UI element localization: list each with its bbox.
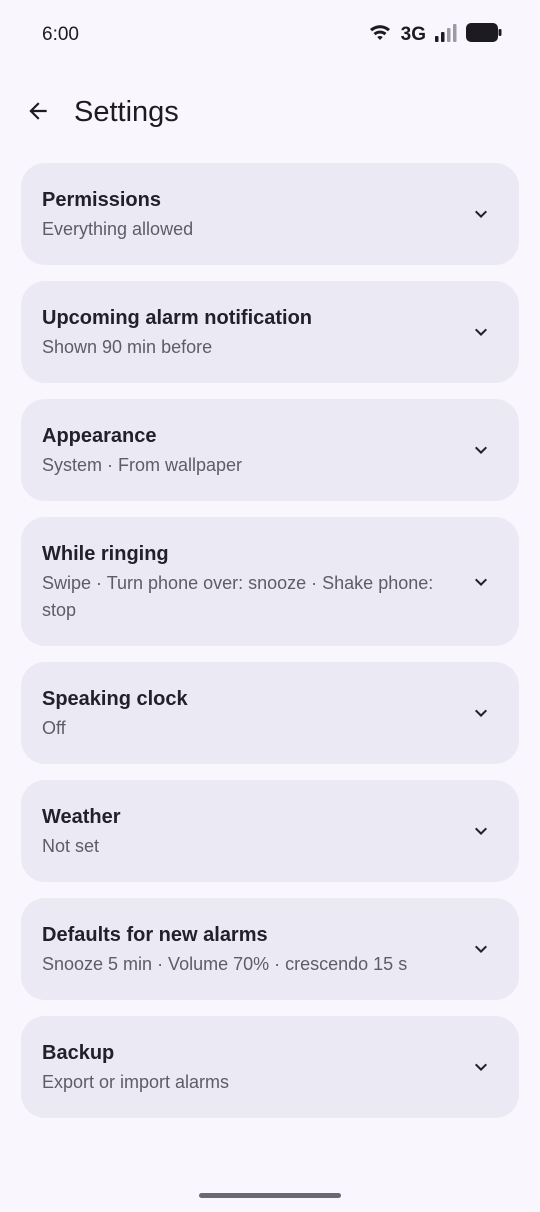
back-button[interactable] [14, 89, 62, 137]
chevron-down-icon [475, 709, 487, 717]
battery-icon [466, 23, 502, 47]
settings-list: Permissions Everything allowed Upcoming … [21, 163, 519, 1134]
status-icons: 3G [369, 23, 502, 47]
chevron-down-icon [475, 210, 487, 218]
top-app-bar: Settings [0, 80, 540, 146]
status-time: 6:00 [42, 24, 79, 45]
setting-title: Upcoming alarm notification [42, 307, 313, 329]
setting-title: Speaking clock [42, 688, 188, 710]
chevron-down-icon [475, 827, 487, 835]
setting-card-permissions[interactable]: Permissions Everything allowed [21, 163, 519, 265]
setting-subtitle: System · From wallpaper [42, 455, 243, 475]
setting-card-appearance[interactable]: Appearance System · From wallpaper [21, 399, 519, 501]
setting-title: Weather [42, 806, 121, 828]
setting-card-speaking-clock[interactable]: Speaking clock Off [21, 662, 519, 764]
setting-subtitle: Shown 90 min before [42, 337, 213, 357]
setting-card-backup[interactable]: Backup Export or import alarms [21, 1016, 519, 1118]
setting-card-weather[interactable]: Weather Not set [21, 780, 519, 882]
chevron-down-icon [475, 446, 487, 454]
setting-card-while-ringing[interactable]: While ringing Swipe · Turn phone over: s… [21, 517, 519, 646]
setting-subtitle: Export or import alarms [42, 1072, 230, 1092]
wifi-icon [369, 24, 391, 47]
setting-title: Appearance [42, 425, 157, 447]
setting-card-defaults-for-new-alarms[interactable]: Defaults for new alarms Snooze 5 min · V… [21, 898, 519, 1000]
chevron-down-icon [475, 945, 487, 953]
arrow-back-icon [25, 98, 51, 129]
chevron-down-icon [475, 328, 487, 336]
page-title: Settings [74, 96, 179, 128]
setting-title: While ringing [42, 543, 169, 565]
setting-card-upcoming-alarm-notification[interactable]: Upcoming alarm notification Shown 90 min… [21, 281, 519, 383]
status-bar: 6:00 3G [0, 0, 540, 72]
setting-title: Backup [42, 1042, 115, 1064]
setting-title: Permissions [42, 189, 161, 211]
setting-subtitle: Not set [42, 836, 100, 856]
chevron-down-icon [475, 578, 487, 586]
setting-subtitle: Snooze 5 min · Volume 70% · crescendo 15… [42, 954, 408, 974]
setting-title: Defaults for new alarms [42, 924, 268, 946]
setting-subtitle: Swipe · Turn phone over: snooze · Shake … [42, 573, 434, 620]
network-type-label: 3G [400, 24, 426, 45]
signal-icon [434, 23, 458, 47]
setting-subtitle: Everything allowed [42, 219, 194, 239]
setting-subtitle: Off [42, 718, 66, 738]
gesture-navigation-handle[interactable] [199, 1193, 341, 1198]
chevron-down-icon [475, 1063, 487, 1071]
